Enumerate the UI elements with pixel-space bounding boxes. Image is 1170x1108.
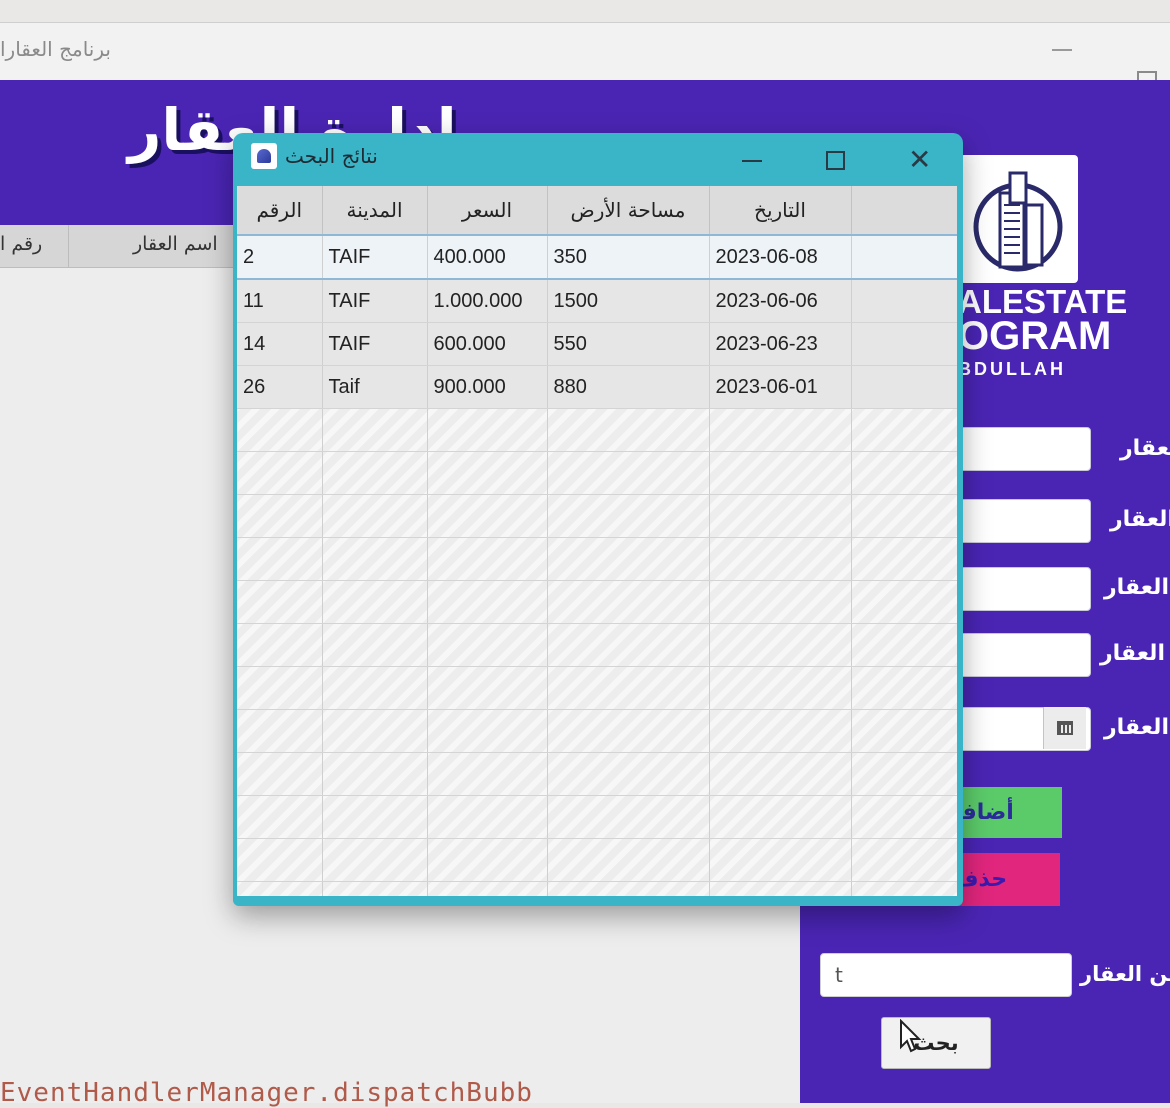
empty-row: [237, 795, 957, 839]
left-header-col-number[interactable]: رقم ا: [0, 233, 42, 255]
field-label-5: العقار: [1104, 715, 1169, 740]
field-label-4: ة العقار: [1100, 641, 1170, 666]
search-input[interactable]: [820, 953, 1072, 997]
cell-price[interactable]: 1.000.000: [427, 279, 548, 323]
main-window-title: برنامج العقارا: [0, 37, 111, 61]
empty-row: [237, 709, 957, 753]
property-field-4[interactable]: [955, 633, 1091, 677]
mouse-cursor-icon: [900, 1019, 922, 1053]
empty-row: [237, 881, 957, 896]
cell-city[interactable]: Taif: [322, 365, 428, 409]
cell-city[interactable]: TAIF: [322, 322, 428, 366]
search-label: عن العقار: [1080, 962, 1170, 986]
table-row[interactable]: 26 Taif 900.000 880 2023-06-01: [237, 365, 957, 409]
cell-date[interactable]: 2023-06-01: [709, 365, 852, 409]
cell-empty[interactable]: [851, 234, 957, 280]
empty-row: [237, 537, 957, 581]
col-header-price[interactable]: السعر: [427, 186, 548, 236]
col-header-date[interactable]: التاريخ: [709, 186, 852, 236]
property-field-2[interactable]: [955, 499, 1091, 543]
field-label-3: العقار: [1104, 575, 1169, 600]
empty-row: [237, 494, 957, 538]
table-row[interactable]: 14 TAIF 600.000 550 2023-06-23: [237, 322, 957, 366]
cell-city[interactable]: TAIF: [322, 234, 428, 280]
search-button[interactable]: بحث: [881, 1017, 991, 1069]
cell-empty[interactable]: [851, 322, 957, 366]
cell-number[interactable]: 11: [237, 279, 323, 323]
col-header-land-area[interactable]: مساحة الأرض: [547, 186, 710, 236]
results-table-area: الرقم المدينة السعر مساحة الأرض التاريخ …: [237, 186, 957, 896]
empty-row: [237, 580, 957, 624]
cell-price[interactable]: 600.000: [427, 322, 548, 366]
dialog-minimize-icon[interactable]: [742, 160, 762, 162]
cell-date[interactable]: 2023-06-23: [709, 322, 852, 366]
cell-land-area[interactable]: 350: [547, 234, 710, 280]
cell-number[interactable]: 14: [237, 322, 323, 366]
cell-date[interactable]: 2023-06-08: [709, 234, 852, 280]
app-icon: [251, 143, 277, 169]
cell-empty[interactable]: [851, 365, 957, 409]
property-field-3[interactable]: [955, 567, 1091, 611]
calendar-button[interactable]: [1043, 707, 1086, 749]
cell-number[interactable]: 26: [237, 365, 323, 409]
dialog-maximize-icon[interactable]: [826, 151, 845, 170]
cell-land-area[interactable]: 550: [547, 322, 710, 366]
logo-text: ALESTATE OGRAM BDULLAH: [958, 285, 1127, 378]
empty-row: [237, 838, 957, 882]
cell-date[interactable]: 2023-06-06: [709, 279, 852, 323]
results-table: الرقم المدينة السعر مساحة الأرض التاريخ …: [237, 186, 957, 896]
field-label-2: العقار: [1110, 507, 1170, 532]
minimize-icon[interactable]: [1052, 49, 1072, 51]
table-row[interactable]: 2 TAIF 400.000 350 2023-06-08: [237, 234, 957, 280]
calendar-icon: [1057, 721, 1073, 735]
empty-row: [237, 408, 957, 452]
console-output: EventHandlerManager.dispatchBubb: [0, 1078, 533, 1108]
main-title-bar: برنامج العقارا: [0, 22, 1170, 91]
cell-number[interactable]: 2: [237, 234, 323, 280]
column-divider: [68, 225, 69, 267]
col-header-number[interactable]: الرقم: [237, 186, 323, 236]
empty-row: [237, 623, 957, 667]
empty-row: [237, 752, 957, 796]
cell-price[interactable]: 400.000: [427, 234, 548, 280]
left-header-col-name[interactable]: اسم العقار: [133, 233, 218, 255]
cell-land-area[interactable]: 1500: [547, 279, 710, 323]
field-label-1: لعقار: [1120, 436, 1170, 461]
cell-empty[interactable]: [851, 279, 957, 323]
empty-row: [237, 451, 957, 495]
cell-city[interactable]: TAIF: [322, 279, 428, 323]
logo-line-2: OGRAM: [958, 314, 1112, 358]
table-row[interactable]: 11 TAIF 1.000.000 1500 2023-06-06: [237, 279, 957, 323]
dialog-close-icon[interactable]: ✕: [908, 146, 931, 174]
cell-land-area[interactable]: 880: [547, 365, 710, 409]
building-logo-icon: [960, 155, 1078, 283]
table-header-row: الرقم المدينة السعر مساحة الأرض التاريخ: [237, 186, 957, 236]
cell-price[interactable]: 900.000: [427, 365, 548, 409]
empty-row: [237, 666, 957, 710]
col-header-city[interactable]: المدينة: [322, 186, 428, 236]
property-field-1[interactable]: [955, 427, 1091, 471]
logo-line-3: BDULLAH: [958, 359, 1066, 379]
col-header-empty[interactable]: [851, 186, 957, 236]
dialog-title: نتائج البحث: [285, 144, 378, 168]
